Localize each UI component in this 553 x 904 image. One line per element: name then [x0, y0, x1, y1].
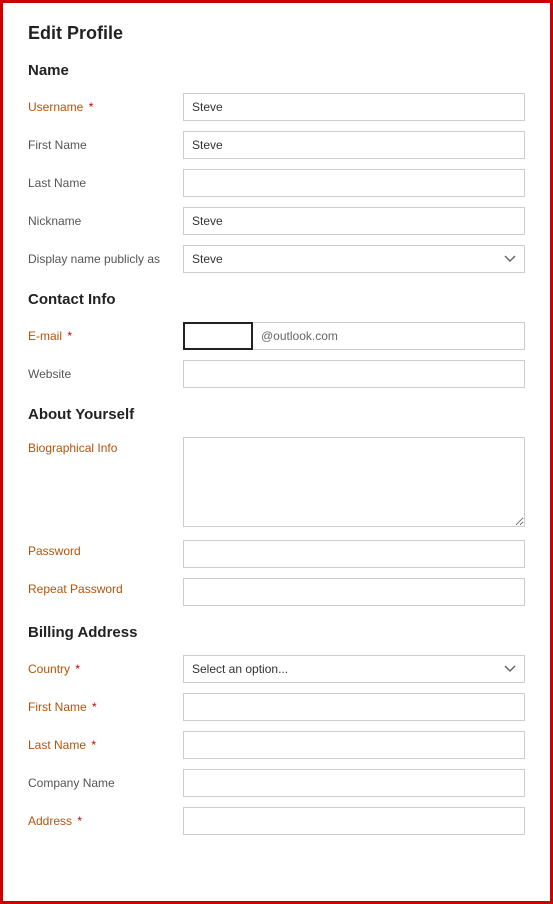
nickname-input[interactable]: [183, 207, 525, 235]
name-section: Name Username * First Name Last Name Nic…: [28, 62, 525, 273]
firstname-field: [183, 131, 525, 159]
lastname-label: Last Name: [28, 176, 183, 190]
billing-lastname-required: *: [88, 738, 96, 752]
firstname-label: First Name: [28, 138, 183, 152]
billing-firstname-required: *: [89, 700, 97, 714]
email-row: E-mail *: [28, 322, 525, 350]
country-label: Country *: [28, 662, 183, 676]
nickname-field: [183, 207, 525, 235]
repeat-password-input[interactable]: [183, 578, 525, 606]
about-section: About Yourself Biographical Info Passwor…: [28, 406, 525, 606]
billing-lastname-row: Last Name *: [28, 731, 525, 759]
firstname-row: First Name: [28, 131, 525, 159]
billing-firstname-row: First Name *: [28, 693, 525, 721]
edit-profile-page: Edit Profile Name Username * First Name …: [0, 0, 553, 904]
username-required: *: [85, 100, 93, 114]
repeat-password-field: [183, 578, 525, 606]
email-field: [183, 322, 525, 350]
billing-lastname-input[interactable]: [183, 731, 525, 759]
display-name-label: Display name publicly as: [28, 252, 183, 266]
billing-lastname-field: [183, 731, 525, 759]
display-name-select[interactable]: Steve: [183, 245, 525, 273]
country-required: *: [72, 662, 80, 676]
company-name-input[interactable]: [183, 769, 525, 797]
about-section-title: About Yourself: [28, 406, 525, 423]
nickname-row: Nickname: [28, 207, 525, 235]
username-field: [183, 93, 525, 121]
name-section-title: Name: [28, 62, 525, 79]
website-input[interactable]: [183, 360, 525, 388]
bio-label: Biographical Info: [28, 437, 183, 455]
display-name-row: Display name publicly as Steve: [28, 245, 525, 273]
email-suffix-display: [253, 322, 525, 350]
country-row: Country * Select an option...: [28, 655, 525, 683]
billing-firstname-label: First Name *: [28, 700, 183, 714]
display-name-field: Steve: [183, 245, 525, 273]
username-label: Username *: [28, 100, 183, 114]
address-field: [183, 807, 525, 835]
address-required: *: [74, 814, 82, 828]
bio-textarea[interactable]: [183, 437, 525, 527]
email-required: *: [64, 329, 72, 343]
billing-firstname-field: [183, 693, 525, 721]
contact-section: Contact Info E-mail * Website: [28, 291, 525, 388]
website-row: Website: [28, 360, 525, 388]
firstname-input[interactable]: [183, 131, 525, 159]
bio-field: [183, 437, 525, 530]
company-name-label: Company Name: [28, 776, 183, 790]
email-label: E-mail *: [28, 329, 183, 343]
billing-firstname-input[interactable]: [183, 693, 525, 721]
billing-section-title: Billing Address: [28, 624, 525, 641]
country-field: Select an option...: [183, 655, 525, 683]
password-field: [183, 540, 525, 568]
billing-section: Billing Address Country * Select an opti…: [28, 624, 525, 835]
country-select[interactable]: Select an option...: [183, 655, 525, 683]
company-name-row: Company Name: [28, 769, 525, 797]
contact-section-title: Contact Info: [28, 291, 525, 308]
lastname-input[interactable]: [183, 169, 525, 197]
password-label: Password: [28, 540, 183, 558]
password-row: Password: [28, 540, 525, 568]
bio-row: Biographical Info: [28, 437, 525, 530]
lastname-field: [183, 169, 525, 197]
website-field: [183, 360, 525, 388]
username-row: Username *: [28, 93, 525, 121]
repeat-password-label: Repeat Password: [28, 578, 183, 596]
email-input-row: [183, 322, 525, 350]
address-row: Address *: [28, 807, 525, 835]
nickname-label: Nickname: [28, 214, 183, 228]
repeat-password-row: Repeat Password: [28, 578, 525, 606]
email-prefix-input[interactable]: [183, 322, 253, 350]
address-label: Address *: [28, 814, 183, 828]
address-input[interactable]: [183, 807, 525, 835]
website-label: Website: [28, 367, 183, 381]
lastname-row: Last Name: [28, 169, 525, 197]
company-name-field: [183, 769, 525, 797]
page-title: Edit Profile: [28, 23, 525, 44]
password-input[interactable]: [183, 540, 525, 568]
billing-lastname-label: Last Name *: [28, 738, 183, 752]
username-input[interactable]: [183, 93, 525, 121]
